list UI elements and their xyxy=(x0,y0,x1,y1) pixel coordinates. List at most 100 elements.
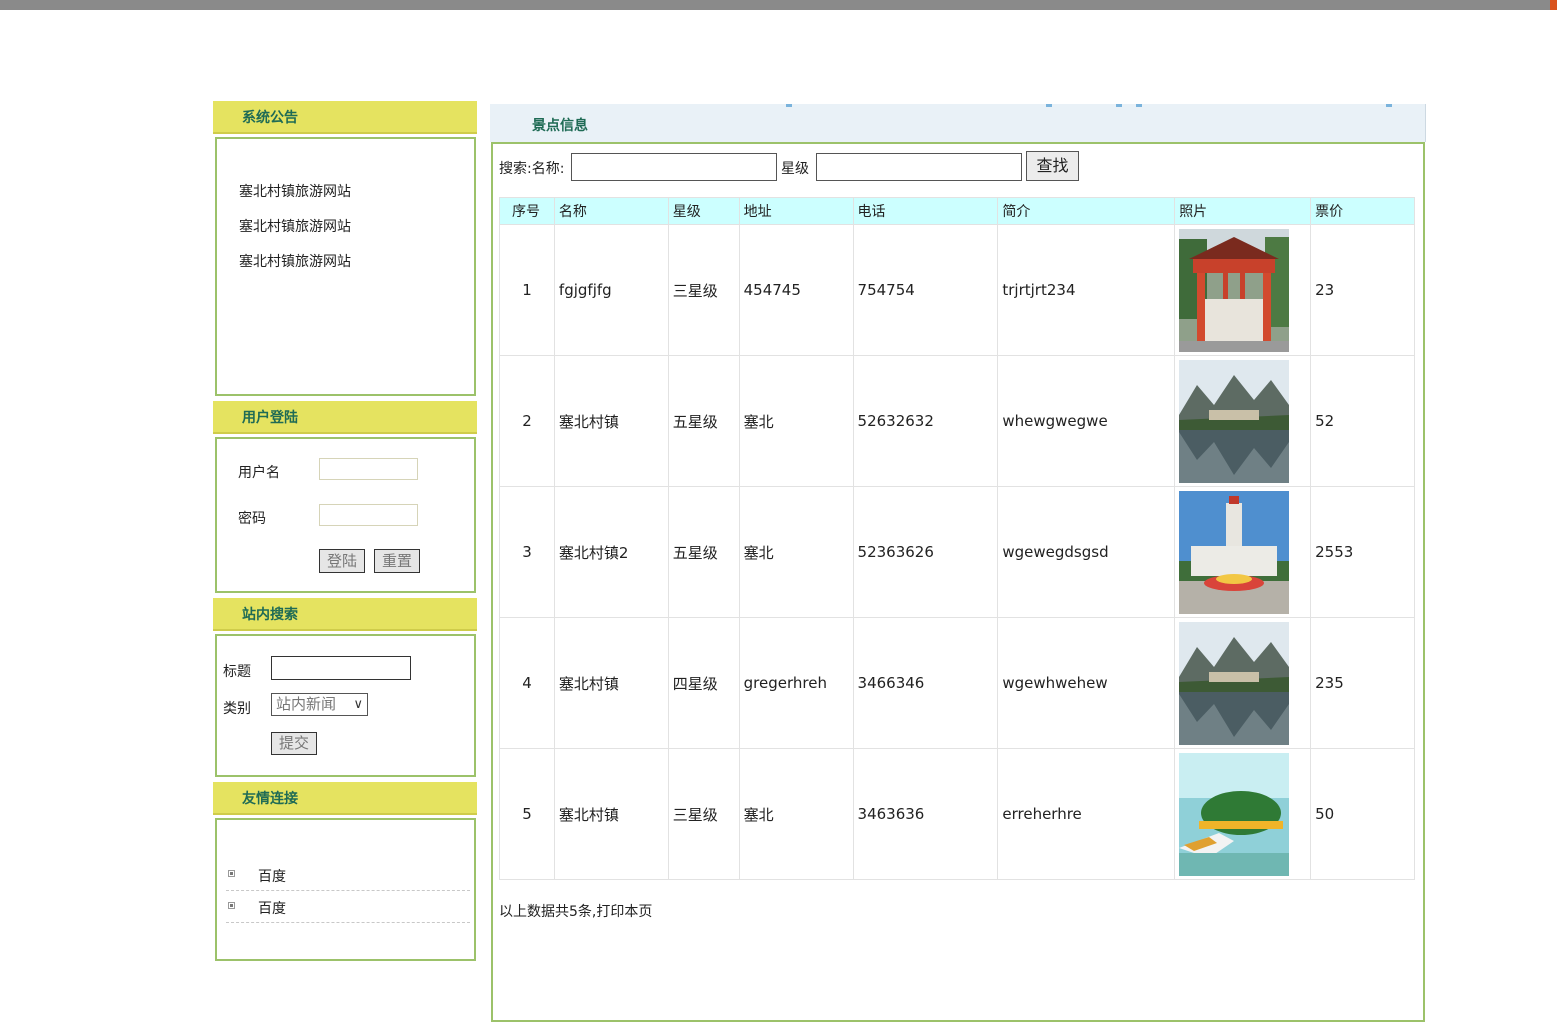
login-button[interactable]: 登陆 xyxy=(319,549,366,573)
find-button[interactable]: 查找 xyxy=(1026,151,1079,181)
cell-star: 三星级 xyxy=(667,748,740,880)
cell-name: 塞北村镇 xyxy=(553,617,669,749)
scenic-table: 序号 名称 星级 地址 电话 简介 照片 票价 1 fgjgfjfg 三星级 4… xyxy=(499,197,1415,880)
top-bar-accent xyxy=(1550,0,1557,10)
header-decoration xyxy=(1116,104,1122,107)
cell-price: 2553 xyxy=(1310,486,1415,618)
cell-photo xyxy=(1174,748,1312,880)
cell-phone: 52632632 xyxy=(852,355,999,487)
tower-building-photo[interactable] xyxy=(1179,490,1290,614)
column-header: 序号 xyxy=(499,197,555,225)
cell-no: 5 xyxy=(499,748,555,880)
cell-photo xyxy=(1174,617,1312,749)
link-item[interactable]: 百度 xyxy=(226,892,470,923)
cell-address: 454745 xyxy=(738,224,854,356)
chevron-down-icon: ∨ xyxy=(353,697,363,712)
cell-price: 52 xyxy=(1310,355,1415,487)
header-decoration xyxy=(1046,104,1052,107)
reset-button[interactable]: 重置 xyxy=(374,549,421,573)
data-count-print-link[interactable]: 以上数据共5条,打印本页 xyxy=(499,901,652,921)
login-panel-title: 用户登陆 xyxy=(242,410,298,426)
cell-price: 235 xyxy=(1310,617,1415,749)
cell-photo xyxy=(1174,355,1312,487)
search-category-select[interactable]: 站内新闻 ∨ xyxy=(271,693,368,716)
cell-no: 2 xyxy=(499,355,555,487)
links-panel: 百度 百度 xyxy=(215,818,476,961)
search-submit-button[interactable]: 提交 xyxy=(271,732,318,755)
cell-phone: 3466346 xyxy=(852,617,999,749)
link-item[interactable]: 百度 xyxy=(226,860,470,891)
site-search-panel: 标题 类别 站内新闻 ∨ 提交 xyxy=(215,634,476,777)
cell-no: 4 xyxy=(499,617,555,749)
main-panel-header: 景点信息 xyxy=(490,104,1426,142)
notice-panel-title: 系统公告 xyxy=(242,110,298,126)
table-row: 3 塞北村镇2 五星级 塞北 52363626 wgewegdsgsd 2553 xyxy=(499,486,1415,618)
link-label[interactable]: 百度 xyxy=(258,866,286,886)
cell-star: 四星级 xyxy=(667,617,740,749)
login-panel: 用户名 密码 登陆 重置 xyxy=(215,437,476,593)
login-panel-header: 用户登陆 xyxy=(213,401,477,434)
search-title-label: 标题 xyxy=(223,664,251,680)
cell-address: 塞北 xyxy=(738,486,854,618)
lake-mountain-photo[interactable] xyxy=(1179,621,1290,745)
links-panel-title: 友情连接 xyxy=(242,791,298,807)
island-boat-photo[interactable] xyxy=(1179,752,1290,876)
table-header-row: 序号 名称 星级 地址 电话 简介 照片 票价 xyxy=(499,197,1415,225)
search-star-input[interactable] xyxy=(816,153,1022,181)
notice-panel: 塞北村镇旅游网站 塞北村镇旅游网站 塞北村镇旅游网站 xyxy=(215,137,476,396)
cell-price: 23 xyxy=(1310,224,1415,356)
cell-name: 塞北村镇2 xyxy=(553,486,669,618)
lake-mountain-photo[interactable] xyxy=(1179,359,1290,483)
link-label[interactable]: 百度 xyxy=(258,898,286,918)
cell-phone: 754754 xyxy=(852,224,999,356)
table-row: 4 塞北村镇 四星级 gregerhreh 3466346 wgewhwehew… xyxy=(499,617,1415,749)
search-name-input[interactable] xyxy=(571,153,777,181)
bullet-icon xyxy=(228,870,235,877)
search-star-label: 星级 xyxy=(781,161,809,177)
column-header: 地址 xyxy=(738,197,854,225)
password-label: 密码 xyxy=(238,511,266,527)
gate-photo[interactable] xyxy=(1179,228,1290,352)
column-header: 电话 xyxy=(852,197,999,225)
cell-address: 塞北 xyxy=(738,355,854,487)
cell-intro: wgewhwehew xyxy=(997,617,1176,749)
cell-phone: 3463636 xyxy=(852,748,999,880)
notice-item[interactable]: 塞北村镇旅游网站 xyxy=(239,216,351,236)
cell-photo xyxy=(1174,224,1312,356)
cell-name: 塞北村镇 xyxy=(553,355,669,487)
table-row: 5 塞北村镇 三星级 塞北 3463636 erreherhre 50 xyxy=(499,748,1415,880)
cell-price: 50 xyxy=(1310,748,1415,880)
site-search-panel-header: 站内搜索 xyxy=(213,598,477,631)
cell-star: 五星级 xyxy=(667,355,740,487)
cell-star: 五星级 xyxy=(667,486,740,618)
notice-item[interactable]: 塞北村镇旅游网站 xyxy=(239,251,351,271)
cell-name: fgjgfjfg xyxy=(553,224,669,356)
bullet-icon xyxy=(228,902,235,909)
cell-address: 塞北 xyxy=(738,748,854,880)
site-search-panel-title: 站内搜索 xyxy=(242,607,298,623)
search-category-label: 类别 xyxy=(223,701,251,717)
username-input[interactable] xyxy=(319,458,418,480)
cell-name: 塞北村镇 xyxy=(553,748,669,880)
links-panel-header: 友情连接 xyxy=(213,782,477,815)
password-input[interactable] xyxy=(319,504,418,526)
column-header: 名称 xyxy=(553,197,669,225)
cell-intro: trjrtjrt234 xyxy=(997,224,1176,356)
search-title-input[interactable] xyxy=(271,656,411,680)
cell-phone: 52363626 xyxy=(852,486,999,618)
header-decoration xyxy=(786,104,792,107)
table-row: 1 fgjgfjfg 三星级 454745 754754 trjrtjrt234 xyxy=(499,224,1415,356)
search-name-label: 搜索:名称: xyxy=(499,161,565,177)
notice-item[interactable]: 塞北村镇旅游网站 xyxy=(239,181,351,201)
cell-intro: whewgwegwe xyxy=(997,355,1176,487)
cell-address: gregerhreh xyxy=(738,617,854,749)
cell-intro: erreherhre xyxy=(997,748,1176,880)
search-category-value: 站内新闻 xyxy=(276,695,337,713)
column-header: 票价 xyxy=(1310,197,1415,225)
cell-intro: wgewegdsgsd xyxy=(997,486,1176,618)
cell-no: 1 xyxy=(499,224,555,356)
table-row: 2 塞北村镇 五星级 塞北 52632632 whewgwegwe 52 xyxy=(499,355,1415,487)
column-header: 照片 xyxy=(1174,197,1312,225)
top-bar xyxy=(0,0,1557,10)
header-decoration xyxy=(1136,104,1142,107)
